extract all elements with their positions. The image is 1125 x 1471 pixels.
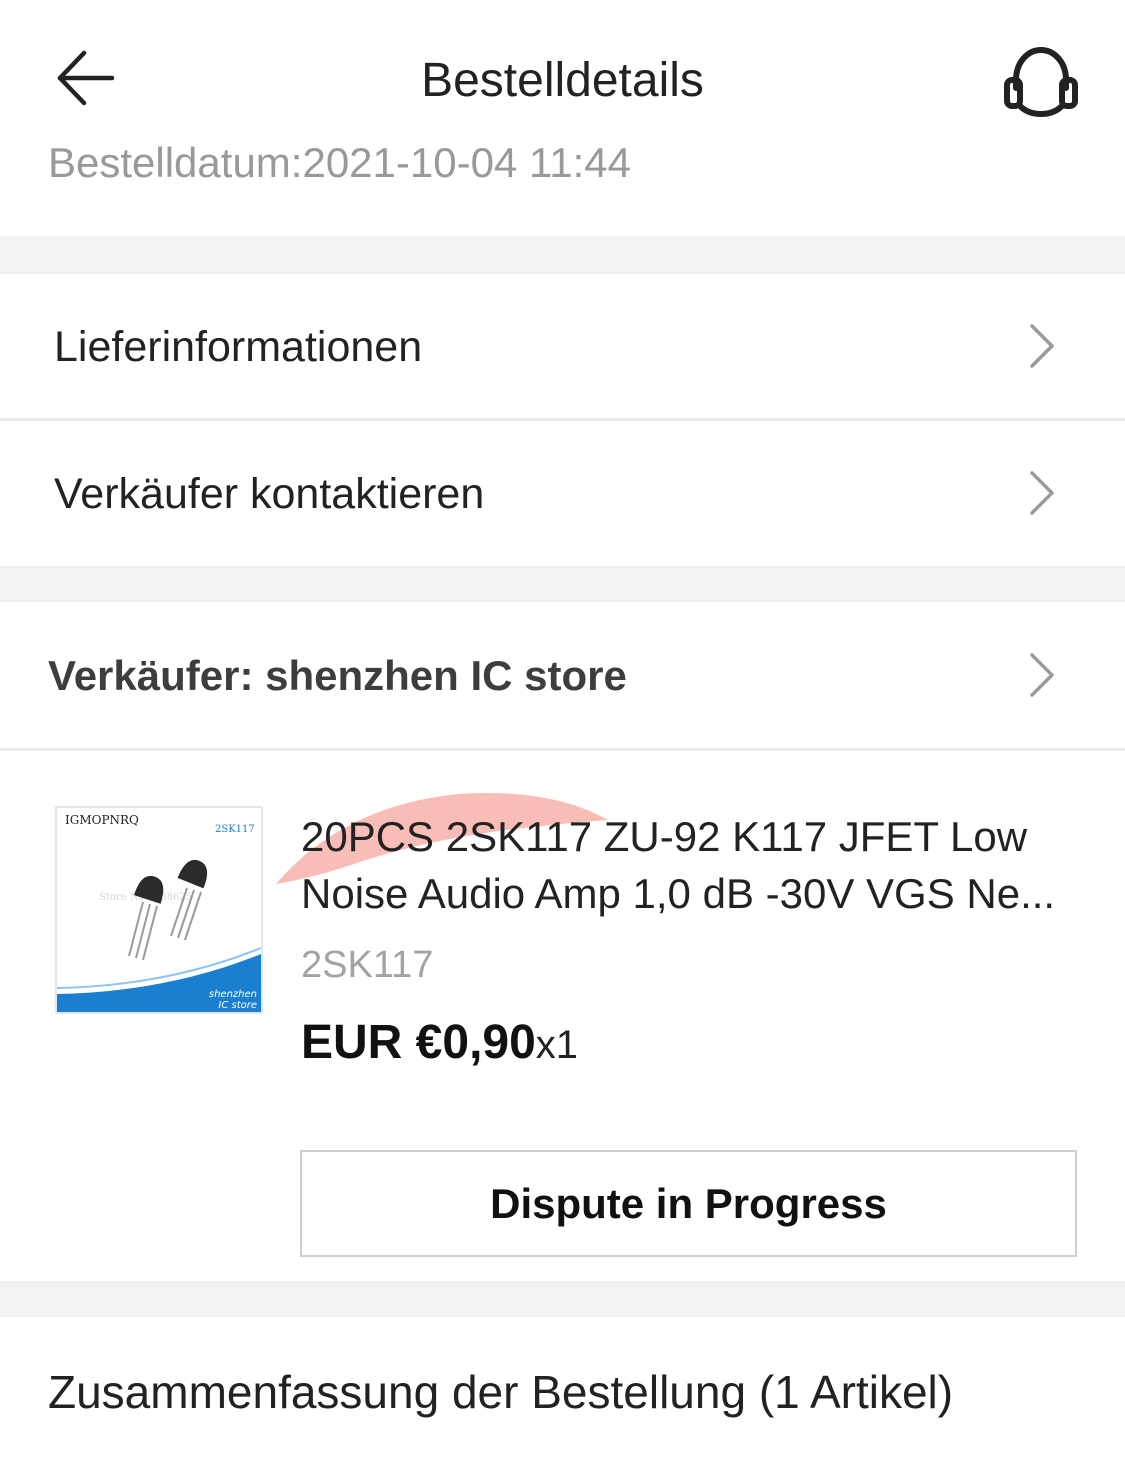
delivery-info-label: Lieferinformationen [54, 323, 423, 371]
customer-service-button[interactable] [998, 42, 1084, 122]
section-gap [0, 236, 1125, 274]
product-price: EUR €0,90 [301, 1016, 536, 1069]
product-image: IGMOPNRQ 2SK117 Store No.1138625 shenzhe… [57, 808, 261, 1012]
chevron-right-icon [1030, 324, 1054, 368]
image-footer-line1: shenzhen [209, 989, 257, 1000]
section-gap [0, 566, 1125, 602]
chevron-right-icon [1030, 653, 1054, 697]
header: Bestelldetails Bestelldatum:2021-10-04 1… [0, 0, 1125, 236]
row-divider [0, 748, 1125, 751]
product-title-line2: Noise Audio Amp 1,0 dB -30V VGS Ne... [301, 870, 1056, 917]
page-title: Bestelldetails [421, 54, 704, 107]
section-gap [0, 1281, 1125, 1317]
chevron-right-icon [1030, 471, 1054, 515]
product-price-line: EUR €0,90x1 [301, 1012, 578, 1076]
product-quantity: x1 [535, 1023, 579, 1067]
contact-seller-row[interactable]: Verkäufer kontaktieren [0, 421, 1125, 566]
image-footer-line2: IC store [218, 1000, 257, 1011]
seller-name: Verkäufer: shenzhen IC store [48, 652, 627, 699]
product-title[interactable]: 20PCS 2SK117 ZU-92 K117 JFET Low Noise A… [301, 808, 1071, 922]
product-thumbnail[interactable]: IGMOPNRQ 2SK117 Store No.1138625 shenzhe… [55, 806, 263, 1014]
image-part-text: 2SK117 [215, 824, 255, 835]
order-summary-title: Zusammenfassung der Bestellung (1 Artike… [48, 1366, 954, 1418]
product-sku: 2SK117 [301, 944, 434, 986]
delivery-info-row[interactable]: Lieferinformationen [0, 274, 1125, 418]
order-date: Bestelldatum:2021-10-04 11:44 [48, 139, 631, 186]
contact-seller-label: Verkäufer kontaktieren [54, 470, 485, 518]
dispute-in-progress-button[interactable]: Dispute in Progress [300, 1150, 1077, 1257]
image-brand-text: IGMOPNRQ [65, 813, 139, 827]
seller-row[interactable]: Verkäufer: shenzhen IC store [0, 602, 1125, 748]
headset-icon [1004, 46, 1078, 118]
product-title-line1: 20PCS 2SK117 ZU-92 K117 JFET Low [301, 813, 1028, 860]
